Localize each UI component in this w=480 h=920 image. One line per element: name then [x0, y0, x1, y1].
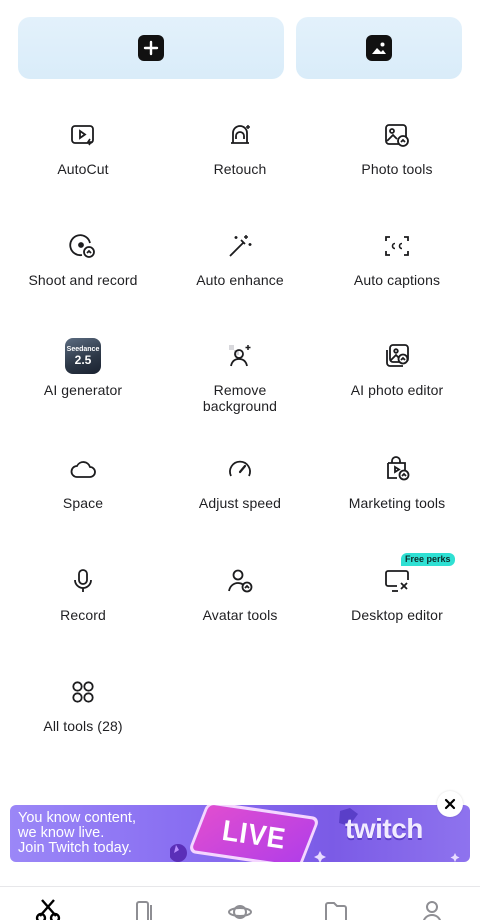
ai-photo-editor-icon: [382, 341, 412, 371]
remove-background-icon: [225, 341, 255, 371]
nav-templates[interactable]: [129, 896, 159, 920]
tool-label: Retouch: [213, 161, 267, 177]
captions-icon: [382, 231, 412, 261]
tool-remove-background[interactable]: Remove background: [161, 341, 319, 414]
profile-icon: [422, 901, 442, 920]
cloud-icon: [68, 454, 98, 484]
twitch-banner-ad[interactable]: You know content, we know live. Join Twi…: [10, 805, 470, 862]
free-perks-badge: Free perks: [401, 553, 455, 566]
tool-desktop-editor[interactable]: Desktop editor: [318, 566, 476, 623]
tool-label: Remove background: [202, 382, 278, 414]
tool-record[interactable]: Record: [4, 566, 162, 623]
retouch-icon: [225, 120, 255, 150]
tool-adjust-speed[interactable]: Adjust speed: [161, 454, 319, 511]
tool-label: Shoot and record: [28, 272, 138, 288]
tool-label: AI photo editor: [350, 382, 444, 398]
avatar-icon: [225, 566, 255, 596]
tool-label: Auto enhance: [196, 272, 284, 288]
tool-ai-photo-editor[interactable]: AI photo editor: [318, 341, 476, 398]
tool-label: Desktop editor: [351, 607, 443, 623]
nav-files[interactable]: [321, 896, 351, 920]
tool-retouch[interactable]: Retouch: [161, 120, 319, 177]
tool-label: Adjust speed: [198, 495, 282, 511]
marketing-bag-icon: [382, 454, 412, 484]
tool-auto-enhance[interactable]: Auto enhance: [161, 231, 319, 288]
tool-photo-tools[interactable]: Photo tools: [318, 120, 476, 177]
tool-space[interactable]: Space: [4, 454, 162, 511]
tool-label: Space: [62, 495, 104, 511]
autocut-icon: [68, 120, 98, 150]
banner-text: You know content, we know live. Join Twi…: [18, 810, 136, 856]
desktop-icon: [382, 566, 412, 596]
shoot-record-icon: [68, 231, 98, 261]
magic-wand-icon: [225, 231, 255, 261]
tool-label: AI generator: [43, 382, 123, 398]
tool-label: Record: [60, 607, 106, 623]
edit-scissors-icon: [35, 899, 61, 920]
image-square-icon: [366, 35, 392, 61]
tool-auto-captions[interactable]: Auto captions: [318, 231, 476, 288]
files-icon: [325, 902, 347, 920]
templates-icon: [136, 901, 152, 920]
tool-autocut[interactable]: AutoCut: [4, 120, 162, 177]
photo-tools-icon: [382, 120, 412, 150]
explore-icon: [228, 905, 252, 919]
plus-square-icon: [138, 35, 164, 61]
photo-edit-button[interactable]: [296, 17, 462, 79]
tool-label: Marketing tools: [348, 495, 446, 511]
nav-profile[interactable]: [417, 896, 447, 920]
twitch-logo: twitch: [345, 813, 423, 844]
nav-edit[interactable]: [33, 896, 63, 920]
new-project-button[interactable]: [18, 17, 284, 79]
nav-explore[interactable]: [225, 896, 255, 920]
bottom-nav-divider: [0, 886, 480, 887]
microphone-icon: [68, 566, 98, 596]
tool-avatar-tools[interactable]: Avatar tools: [161, 566, 319, 623]
grid-circles-icon: [68, 677, 98, 707]
tool-label: Avatar tools: [202, 607, 278, 623]
speedometer-icon: [225, 454, 255, 484]
tool-label: Photo tools: [361, 161, 433, 177]
tool-label: All tools (28): [43, 718, 123, 734]
tool-label: Auto captions: [353, 272, 441, 288]
close-icon: [444, 798, 456, 810]
tool-all-tools[interactable]: All tools (28): [4, 677, 162, 734]
banner-close-button[interactable]: [437, 791, 463, 817]
tool-marketing-tools[interactable]: Marketing tools: [318, 454, 476, 511]
tool-label: AutoCut: [57, 161, 109, 177]
tool-ai-generator[interactable]: Seedance 2.5 AI generator: [4, 338, 162, 398]
tool-shoot-and-record[interactable]: Shoot and record: [4, 231, 162, 288]
seedance-icon: Seedance 2.5: [65, 338, 101, 374]
